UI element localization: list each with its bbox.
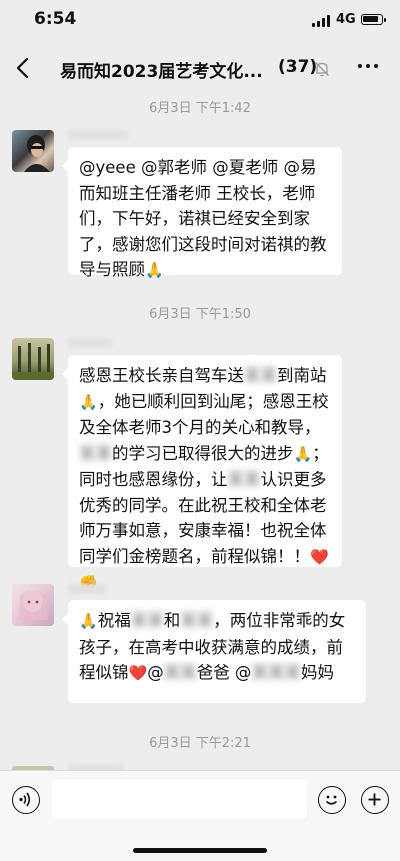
more-functions-button[interactable] xyxy=(361,786,389,814)
text-segment: 妈妈 xyxy=(300,663,334,682)
emoji: ❤️ xyxy=(128,664,148,682)
home-indicator xyxy=(133,848,267,853)
redacted-name: 某某 xyxy=(130,611,164,630)
status-time: 6:54 xyxy=(34,9,77,29)
avatar-photo xyxy=(18,590,48,620)
sender-avatar[interactable] xyxy=(12,584,54,626)
text-segment: 的学习已取得很大的进步 xyxy=(112,443,294,463)
message-timestamp: 6月3日 下午2:21 xyxy=(149,736,251,751)
text-segment: 到南站 xyxy=(277,366,327,385)
message-bubble[interactable]: @yeee @郭老师 @夏老师 @易而知班主任潘老师 王校长，老师们，下午好，诺… xyxy=(62,147,342,279)
text-segment: 爸爸 @ xyxy=(196,663,252,682)
text-segment: @ xyxy=(147,663,164,682)
chat-header: 易而知2023届艺考文化... (37) xyxy=(0,40,400,96)
back-button[interactable] xyxy=(12,54,36,82)
avatar-photo xyxy=(24,135,50,172)
message-text: @yeee @郭老师 @夏老师 @易而知班主任潘老师 王校长，老师们，下午好，诺… xyxy=(79,158,327,279)
text-segment: 感恩王校长亲自驾车送 xyxy=(79,366,244,385)
redacted-name: 某某 xyxy=(227,470,261,489)
cellular-signal-icon xyxy=(312,15,330,27)
avatar-photo xyxy=(12,343,54,380)
redacted-name: 某某 xyxy=(163,663,197,682)
redacted-name: 某某 xyxy=(79,443,112,463)
voice-icon xyxy=(19,792,31,807)
battery-icon xyxy=(361,14,386,25)
chevron-left-icon xyxy=(16,57,29,79)
redacted-name: 某某 xyxy=(180,611,214,630)
emoji: 🙏 xyxy=(79,392,98,411)
emoji: ❤️ xyxy=(310,547,329,566)
sender-name xyxy=(68,584,106,594)
sender-name xyxy=(68,130,128,140)
sender-name xyxy=(68,338,112,348)
emoji-button[interactable] xyxy=(318,786,346,814)
battery-level xyxy=(363,16,379,22)
message-bubble[interactable]: 🙏祝福某某和某某，两位非常乖的女孩子，在高考中收获满意的成绩，前程似锦❤️@某某… xyxy=(62,600,366,703)
emoji: 🙏 xyxy=(79,612,98,630)
mute-bell-icon xyxy=(315,62,329,77)
more-options-button[interactable] xyxy=(358,64,378,68)
message-text: 🙏祝福某某和某某，两位非常乖的女孩子，在高考中收获满意的成绩，前程似锦❤️@某某… xyxy=(79,611,345,682)
emoji: 🙏 xyxy=(293,444,313,463)
member-count: (37) xyxy=(278,57,318,77)
sender-avatar[interactable] xyxy=(12,130,54,172)
plus-icon xyxy=(368,793,381,806)
message-bubble[interactable]: 感恩王校长亲自驾车送某某到南站🙏，她已顺利回到汕尾；感恩王校及全体老师3个月的关… xyxy=(62,355,342,592)
status-bar: 6:54 4G xyxy=(0,0,400,40)
message-timestamp: 6月3日 下午1:42 xyxy=(149,101,251,116)
message-timestamp: 6月3日 下午1:50 xyxy=(149,307,251,322)
smiley-icon xyxy=(325,795,338,805)
sender-avatar[interactable] xyxy=(12,338,54,380)
redacted-name: 某某某 xyxy=(251,663,301,682)
text-segment: 和 xyxy=(163,611,181,630)
text-segment: ，她已顺利回到汕尾；感恩王校及全体老师3个月的关心和教导， xyxy=(79,391,329,438)
text-segment: @yeee @郭老师 @夏老师 @易而知班主任潘老师 王校长，老师们，下午好，诺… xyxy=(79,158,327,279)
text-segment: 祝福 xyxy=(97,611,131,630)
voice-input-button[interactable] xyxy=(12,786,40,814)
network-type: 4G xyxy=(336,12,356,27)
message-text: 感恩王校长亲自驾车送某某到南站🙏，她已顺利回到汕尾；感恩王校及全体老师3个月的关… xyxy=(79,366,329,592)
emoji: 🙏 xyxy=(145,261,164,279)
chat-title[interactable]: 易而知2023届艺考文化... xyxy=(60,57,270,82)
message-input[interactable] xyxy=(52,779,307,819)
redacted-name: 某某 xyxy=(244,366,277,385)
